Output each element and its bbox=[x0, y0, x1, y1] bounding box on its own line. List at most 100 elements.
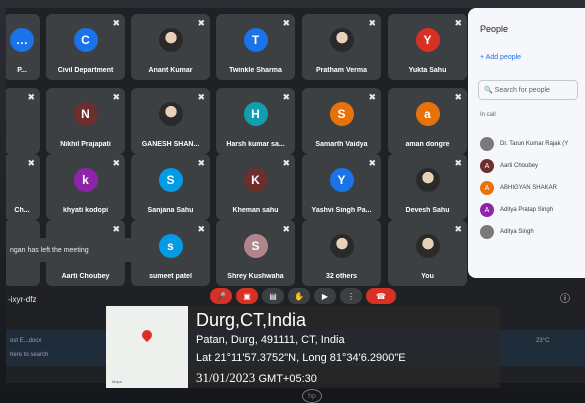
mic-muted-icon: ✖ bbox=[282, 158, 290, 168]
participant-tile[interactable]: ✖ Pratham Verma bbox=[302, 14, 381, 80]
participant-tile[interactable]: ✖ Devesh Sahu bbox=[388, 154, 467, 220]
participant-name: P... bbox=[17, 67, 27, 74]
participant-tile[interactable]: H ✖ Harsh kumar sa... bbox=[216, 88, 295, 154]
mic-muted-icon: ✖ bbox=[454, 158, 462, 168]
camera-toggle-button[interactable]: ▣ bbox=[236, 288, 258, 304]
people-panel: People + Add people 🔍 Search for people … bbox=[468, 8, 585, 278]
participant-avatar: S bbox=[158, 168, 183, 192]
participant-tile[interactable]: Y ✖ Yashvi Singh Pa... bbox=[302, 154, 381, 220]
mic-muted-icon: ✖ bbox=[112, 92, 120, 102]
mic-muted-icon: ✖ bbox=[112, 158, 120, 168]
participant-avatar: k bbox=[73, 168, 98, 192]
participant-avatar bbox=[415, 168, 440, 192]
participant-name: Twinkle Sharma bbox=[229, 67, 282, 74]
mic-toggle-button[interactable]: 🎤 bbox=[210, 288, 232, 304]
participant-avatar: … bbox=[10, 28, 34, 52]
participant-tile[interactable]: 32 others bbox=[302, 220, 381, 286]
geotag-overlay: Durg,CT,India Patan, Durg, 491111, CT, I… bbox=[188, 306, 500, 388]
add-people-button[interactable]: + Add people bbox=[480, 54, 521, 61]
participant-name: khyati kodopi bbox=[62, 207, 109, 214]
participant-name: Yashvi Singh Pa... bbox=[311, 207, 372, 214]
taskbar-search[interactable]: here to search bbox=[10, 352, 48, 358]
participant-avatar: H bbox=[243, 102, 268, 126]
participant-avatar: a bbox=[415, 102, 440, 126]
participant-avatar: Y bbox=[329, 168, 354, 192]
participant-name: sumeet patel bbox=[149, 273, 192, 280]
participant-tile[interactable]: S ✖ Samarth Vaidya bbox=[302, 88, 381, 154]
mic-muted-icon: ✖ bbox=[282, 18, 290, 28]
participant-tile[interactable]: C ✖ Civil Department bbox=[46, 14, 125, 80]
participant-avatar bbox=[415, 234, 440, 258]
participant-tile[interactable]: S ✖ Shrey Kushwaha bbox=[216, 220, 295, 286]
mic-muted-icon: ✖ bbox=[368, 18, 376, 28]
participant-avatar: s bbox=[158, 234, 183, 258]
weather-widget[interactable]: 23°C bbox=[536, 338, 549, 344]
people-list-item[interactable]: Dr. Tarun Kumar Rajak (Y bbox=[480, 136, 568, 152]
geo-datetime: 31/01/2023 GMT+05:30 bbox=[196, 370, 317, 385]
captions-button[interactable]: ▤ bbox=[262, 288, 284, 304]
participant-avatar: Y bbox=[415, 28, 440, 52]
geo-address: Patan, Durg, 491111, CT, India bbox=[196, 334, 345, 346]
more-options-button[interactable]: ⋮ bbox=[340, 288, 362, 304]
participant-tile[interactable]: ✖ GANESH SHAN... bbox=[131, 88, 210, 154]
mic-muted-icon: ✖ bbox=[197, 224, 205, 234]
people-search-input[interactable]: 🔍 Search for people bbox=[478, 80, 578, 100]
participant-name: GANESH SHAN... bbox=[141, 141, 200, 148]
mic-muted-icon: ✖ bbox=[454, 92, 462, 102]
participant-name: Samarth Vaidya bbox=[315, 141, 368, 148]
mic-muted-icon: ✖ bbox=[454, 224, 462, 234]
mic-muted-icon: ✖ bbox=[27, 158, 35, 168]
participant-avatar: K bbox=[243, 168, 268, 192]
present-button[interactable]: ▶ bbox=[314, 288, 336, 304]
participant-tile[interactable]: ✖ Ch... bbox=[6, 154, 40, 220]
geo-coordinates: Lat 21°11'57.3752"N, Long 81°34'6.2900"E bbox=[196, 352, 406, 364]
taskbar-file[interactable]: ost E...docx bbox=[10, 338, 41, 344]
participant-tile[interactable]: ✖ Anant Kumar bbox=[131, 14, 210, 80]
participant-name: Aarti Choubey bbox=[61, 273, 110, 280]
person-name: ABHIGYAN SHAKAR bbox=[500, 185, 557, 191]
participant-avatar: S bbox=[243, 234, 268, 258]
participant-avatar: N bbox=[73, 102, 98, 126]
mic-muted-icon: ✖ bbox=[282, 92, 290, 102]
participant-name: Yukta Sahu bbox=[408, 67, 447, 74]
raise-hand-button[interactable]: ✋ bbox=[288, 288, 310, 304]
participant-name: Nikhil Prajapati bbox=[60, 141, 111, 148]
participant-tile[interactable]: K ✖ Kheman sahu bbox=[216, 154, 295, 220]
participant-tile[interactable]: a ✖ aman dongre bbox=[388, 88, 467, 154]
participant-avatar: S bbox=[329, 102, 354, 126]
end-call-button[interactable]: ☎ bbox=[366, 288, 396, 304]
participant-tile[interactable]: N ✖ Nikhil Prajapati bbox=[46, 88, 125, 154]
participant-avatar bbox=[329, 28, 354, 52]
participant-name: 32 others bbox=[325, 273, 358, 280]
participant-tile[interactable]: … P... bbox=[6, 14, 40, 80]
maps-label: Maps bbox=[112, 379, 122, 384]
participant-name: Harsh kumar sa... bbox=[226, 141, 285, 148]
people-list-item[interactable]: A Aarti Choubey bbox=[480, 158, 538, 174]
participant-tile[interactable]: Y ✖ Yukta Sahu bbox=[388, 14, 467, 80]
participant-name: Shrey Kushwaha bbox=[227, 273, 284, 280]
in-call-label: In call bbox=[480, 112, 496, 118]
hp-logo: hp bbox=[302, 389, 322, 403]
person-avatar: A bbox=[480, 159, 494, 173]
location-map-thumbnail: Maps bbox=[106, 306, 188, 388]
participant-tile[interactable]: ✖ bbox=[6, 88, 40, 154]
participant-name: Anant Kumar bbox=[148, 67, 193, 74]
mic-muted-icon: ✖ bbox=[368, 158, 376, 168]
people-list-item[interactable]: Aditya Singh bbox=[480, 224, 534, 240]
participant-name: Ch... bbox=[14, 207, 30, 214]
person-name: Aarti Choubey bbox=[500, 163, 539, 169]
participant-tile[interactable]: k ✖ khyati kodopi bbox=[46, 154, 125, 220]
people-list-item[interactable]: A Aditya Pratap Singh bbox=[480, 202, 553, 218]
people-list-item[interactable]: A ABHIGYAN SHAKAR bbox=[480, 180, 557, 196]
mic-muted-icon: ✖ bbox=[454, 18, 462, 28]
participant-avatar: C bbox=[73, 28, 98, 52]
participant-tile[interactable]: ✖ You bbox=[388, 220, 467, 286]
people-title: People bbox=[480, 24, 509, 34]
mic-muted-icon: ✖ bbox=[197, 92, 205, 102]
participant-tile[interactable]: T ✖ Twinkle Sharma bbox=[216, 14, 295, 80]
left-meeting-toast: ngan has left the meeting bbox=[6, 238, 146, 262]
info-icon[interactable]: ⓘ bbox=[560, 290, 570, 305]
mic-muted-icon: ✖ bbox=[282, 224, 290, 234]
participant-tile[interactable]: S ✖ Sanjana Sahu bbox=[131, 154, 210, 220]
mic-muted-icon: ✖ bbox=[112, 18, 120, 28]
